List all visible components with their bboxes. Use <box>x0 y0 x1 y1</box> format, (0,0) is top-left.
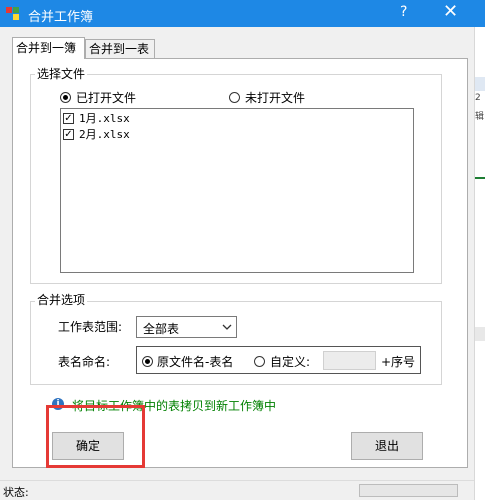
info-text: 将目标工作簿中的表拷贝到新工作簿中 <box>72 399 277 413</box>
help-button[interactable]: ? <box>400 4 407 20</box>
window-title: 合并工作簿 <box>28 10 94 25</box>
suffix-label: +序号 <box>381 355 416 369</box>
status-bar: 状态: <box>0 480 474 500</box>
file-name: 2月.xlsx <box>79 128 130 141</box>
file-name: 1月.xlsx <box>79 112 130 125</box>
file-checkbox[interactable]: ✓ <box>63 113 74 124</box>
select-files-title: 选择文件 <box>35 67 88 81</box>
close-button[interactable]: ✕ <box>443 1 458 22</box>
background-window-strip: 2 辑 <box>474 27 485 500</box>
radio-custom-name[interactable] <box>254 356 265 367</box>
range-label: 工作表范围: <box>58 320 123 334</box>
radio-original-name-label[interactable]: 原文件名-表名 <box>157 355 233 369</box>
custom-name-input[interactable] <box>323 351 376 370</box>
ok-button[interactable]: 确定 <box>52 432 124 460</box>
file-checkbox[interactable]: ✓ <box>63 129 74 140</box>
chevron-down-icon <box>222 324 232 330</box>
info-icon: i <box>52 398 64 410</box>
radio-unopened-files-label[interactable]: 未打开文件 <box>245 91 305 105</box>
radio-custom-name-label[interactable]: 自定义: <box>270 355 310 369</box>
range-select-value: 全部表 <box>143 322 180 336</box>
title-bar: 合并工作簿 ? ✕ <box>0 0 485 27</box>
exit-button[interactable]: 退出 <box>351 432 423 460</box>
tab-merge-to-workbook[interactable]: 合并到一簿 <box>12 37 85 59</box>
file-listbox[interactable]: ✓ 1月.xlsx ✓ 2月.xlsx <box>60 108 414 273</box>
merge-options-title: 合并选项 <box>35 293 88 307</box>
radio-original-name[interactable] <box>142 356 153 367</box>
radio-opened-files[interactable] <box>60 92 71 103</box>
excel-app-icon <box>6 7 20 21</box>
radio-unopened-files[interactable] <box>229 92 240 103</box>
range-select[interactable]: 全部表 <box>136 316 237 338</box>
status-progress-bar <box>359 484 458 497</box>
status-label: 状态: <box>3 486 29 499</box>
background-fragment: 2 <box>475 93 481 103</box>
radio-opened-files-label[interactable]: 已打开文件 <box>76 91 136 105</box>
tab-merge-to-sheet[interactable]: 合并到一表 <box>85 39 155 58</box>
naming-label: 表名命名: <box>58 355 111 369</box>
background-fragment: 辑 <box>475 112 485 122</box>
